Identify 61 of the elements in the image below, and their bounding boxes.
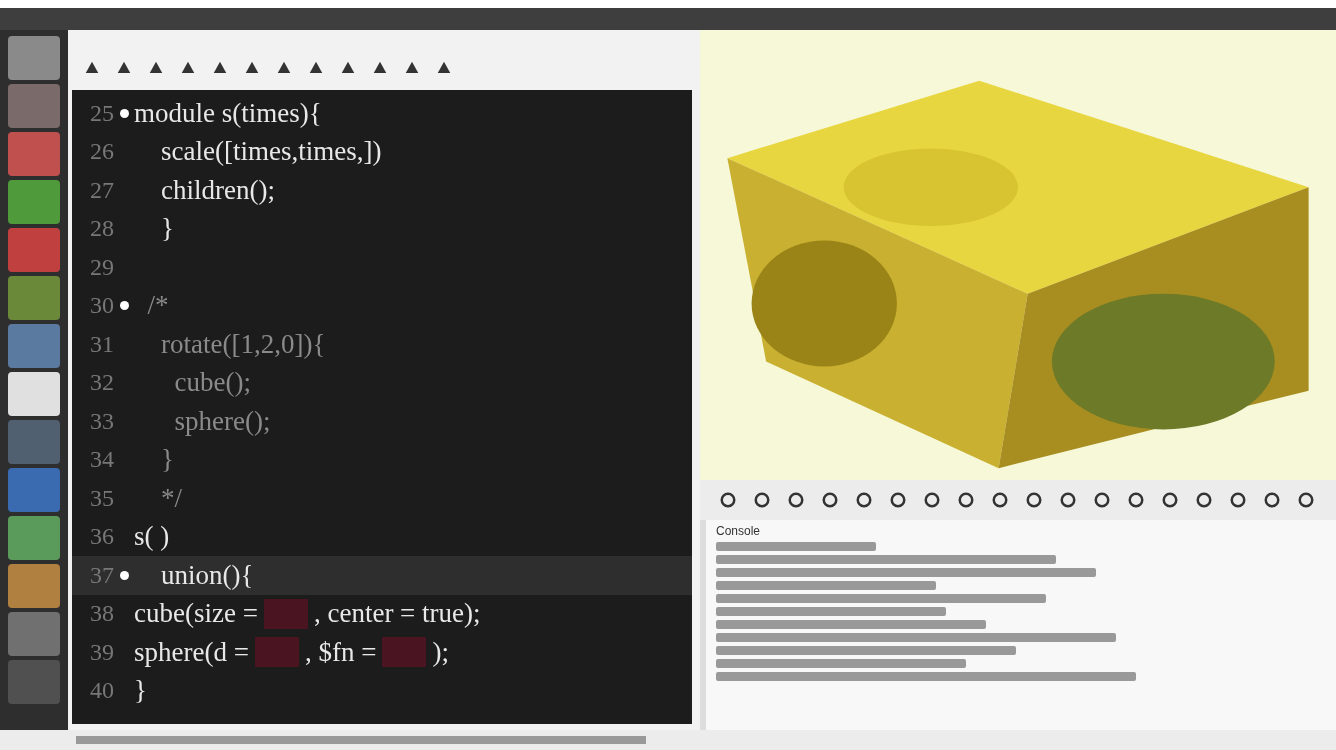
line-number: 35 xyxy=(89,484,114,512)
code-text: module s(times){ xyxy=(134,97,322,129)
comment-text: cube(); xyxy=(173,367,251,399)
code-text: ]) xyxy=(363,136,382,168)
highlight-mark xyxy=(254,637,299,668)
code-text: s( ) xyxy=(134,521,170,553)
line-number: 32 xyxy=(89,369,114,397)
highlight-mark xyxy=(382,637,427,668)
line-number: 28 xyxy=(89,215,114,243)
line-number: 30 xyxy=(89,292,114,320)
line-number: 31 xyxy=(89,330,114,358)
code-text: union(){ xyxy=(160,559,254,591)
tool-icon[interactable] xyxy=(1024,490,1044,510)
line-number: 38 xyxy=(89,600,114,628)
tool-icon[interactable] xyxy=(1160,490,1180,510)
tool-icon[interactable] xyxy=(956,490,976,510)
tool-icon[interactable] xyxy=(752,490,772,510)
tool-icon[interactable] xyxy=(1092,490,1112,510)
tool-icon[interactable] xyxy=(820,490,840,510)
line-number: 37 xyxy=(89,561,114,589)
highlight-mark xyxy=(263,598,308,629)
tool-icon[interactable] xyxy=(718,490,738,510)
comment-text: rotate([1,2,0]){ xyxy=(160,328,326,360)
tool-icon[interactable] xyxy=(990,490,1010,510)
line-number: 26 xyxy=(89,138,114,166)
tool-icon[interactable] xyxy=(854,490,874,510)
line-number: 29 xyxy=(89,253,114,281)
code-text: } xyxy=(134,675,147,707)
comment-text: /* xyxy=(146,290,169,322)
code-text: children(); xyxy=(160,174,275,206)
line-number: 33 xyxy=(89,407,114,435)
comment-text: */ xyxy=(160,482,182,514)
tool-icon[interactable] xyxy=(1262,490,1282,510)
code-text: } xyxy=(160,213,174,245)
tool-icon[interactable] xyxy=(1058,490,1078,510)
line-number: 39 xyxy=(89,638,114,666)
tool-icon[interactable] xyxy=(888,490,908,510)
fold-marker-icon[interactable] xyxy=(119,301,129,311)
code-editor[interactable] xyxy=(72,90,692,724)
tool-icon[interactable] xyxy=(1194,490,1214,510)
fold-marker-icon[interactable] xyxy=(119,570,129,580)
tool-icon[interactable] xyxy=(786,490,806,510)
code-text: sphere(d = xyxy=(134,636,249,668)
code-text: , center = true); xyxy=(313,598,481,630)
line-number: 27 xyxy=(89,176,114,204)
code-text: cube(size = xyxy=(134,598,258,630)
code-text: , $fn = xyxy=(304,636,377,668)
code-text: scale([times,times, xyxy=(160,136,364,168)
tool-icon[interactable] xyxy=(1296,490,1316,510)
code-text: ); xyxy=(432,636,449,668)
line-number: 36 xyxy=(89,523,114,551)
line-number: 40 xyxy=(89,677,114,705)
tool-icon[interactable] xyxy=(922,490,942,510)
line-number: 25 xyxy=(89,99,114,127)
comment-text: sphere(); xyxy=(173,405,271,437)
tool-icon[interactable] xyxy=(1126,490,1146,510)
tool-icon[interactable] xyxy=(1228,490,1248,510)
fold-marker-icon[interactable] xyxy=(119,108,129,118)
line-number: 34 xyxy=(89,446,114,474)
console-title: Console xyxy=(716,524,762,538)
comment-text: } xyxy=(160,444,174,476)
